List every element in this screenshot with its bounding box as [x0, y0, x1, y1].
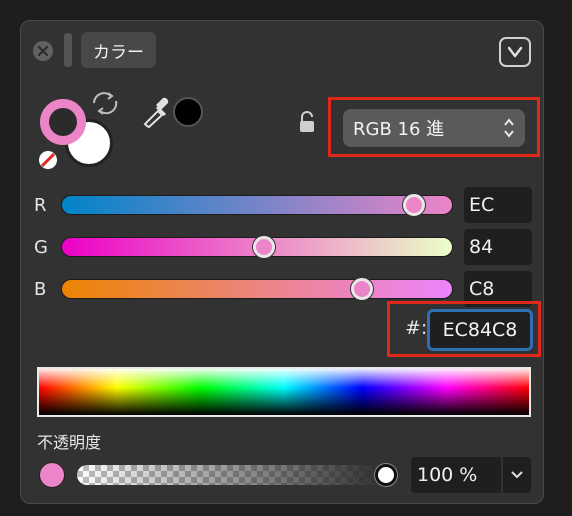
value-r: EC — [469, 194, 495, 216]
fill-swatch[interactable] — [40, 99, 86, 145]
value-b: C8 — [469, 278, 495, 300]
hex-label: #: — [405, 317, 428, 339]
value-field-g[interactable]: 84 — [464, 229, 532, 265]
value-field-r[interactable]: EC — [464, 187, 532, 223]
chevron-down-icon — [511, 471, 523, 479]
panel-menu-button[interactable] — [499, 37, 531, 67]
drag-grip[interactable] — [64, 33, 72, 67]
hex-input[interactable]: EC84C8 — [427, 309, 533, 351]
channel-label-r: R — [34, 195, 47, 216]
color-spectrum[interactable] — [37, 367, 531, 417]
channel-label-b: B — [34, 279, 47, 300]
eyedropper-icon[interactable] — [141, 93, 175, 129]
swap-arrows-icon[interactable] — [91, 91, 119, 115]
channel-label-g: G — [34, 237, 48, 258]
color-panel: カラー RGB 16 進 R EC G 84 B C8 #: EC84C8 不透… — [20, 20, 544, 504]
panel-title-tab[interactable]: カラー — [81, 32, 156, 68]
color-mode-value: RGB 16 進 — [353, 119, 445, 140]
close-icon — [38, 46, 48, 56]
color-mode-select[interactable]: RGB 16 進 — [343, 109, 525, 147]
opacity-dropdown-button[interactable] — [503, 457, 531, 493]
up-down-chevron-icon — [504, 118, 514, 138]
no-color-icon[interactable] — [37, 149, 59, 171]
black-color-swatch[interactable] — [173, 97, 203, 127]
slider-knob-g[interactable] — [252, 236, 275, 258]
value-g: 84 — [469, 236, 494, 258]
lock-icon[interactable] — [298, 111, 316, 133]
close-button[interactable] — [33, 41, 53, 61]
panel-title: カラー — [93, 42, 144, 63]
opacity-label: 不透明度 — [37, 433, 102, 452]
chevron-down-icon — [507, 46, 523, 58]
opacity-value-field[interactable]: 100 % — [411, 457, 501, 493]
slider-knob-b[interactable] — [351, 278, 374, 300]
slider-track-b[interactable] — [61, 279, 453, 299]
opacity-slider-knob[interactable] — [375, 464, 397, 486]
hex-value: EC84C8 — [442, 319, 518, 341]
opacity-value: 100 % — [417, 464, 478, 486]
opacity-color-swatch — [39, 462, 65, 488]
opacity-slider-track[interactable] — [77, 465, 397, 485]
slider-track-r[interactable] — [61, 195, 453, 215]
